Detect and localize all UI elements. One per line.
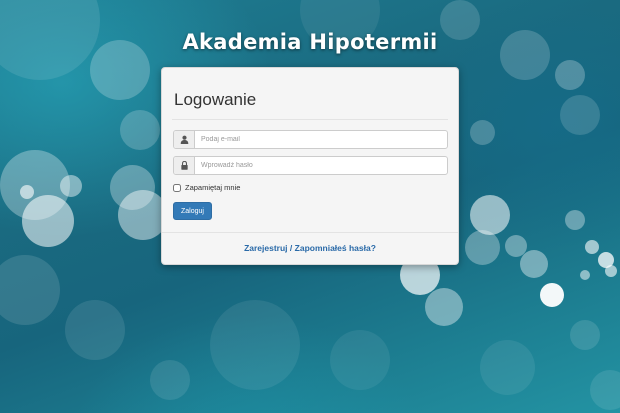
remember-me-checkbox[interactable] (173, 183, 181, 192)
remember-me-label: Zapamiętaj mnie (185, 183, 241, 192)
lock-icon (174, 157, 195, 174)
footer-divider (162, 232, 458, 233)
remember-me-row[interactable]: Zapamiętaj mnie (173, 183, 240, 192)
email-input-group (173, 130, 448, 149)
password-input-group (173, 156, 448, 175)
user-icon (174, 131, 195, 148)
login-heading: Logowanie (174, 90, 257, 109)
password-field[interactable] (195, 157, 447, 174)
bokeh-background: Akademia Hipotermii Logowanie Podaj e-ma… (0, 0, 620, 413)
forgot-password-link[interactable]: Zapomniałeś hasła? (295, 243, 376, 253)
site-title: Akademia Hipotermii (182, 30, 438, 54)
login-panel: Logowanie Zapamiętaj mnie (161, 67, 459, 265)
register-link[interactable]: Zarejestruj (244, 243, 287, 253)
footer-links: Zarejestruj / Zapomniałeś hasła? (162, 243, 458, 253)
login-button[interactable]: Zaloguj (173, 202, 212, 220)
email-field[interactable] (195, 131, 447, 148)
heading-divider (172, 119, 448, 120)
